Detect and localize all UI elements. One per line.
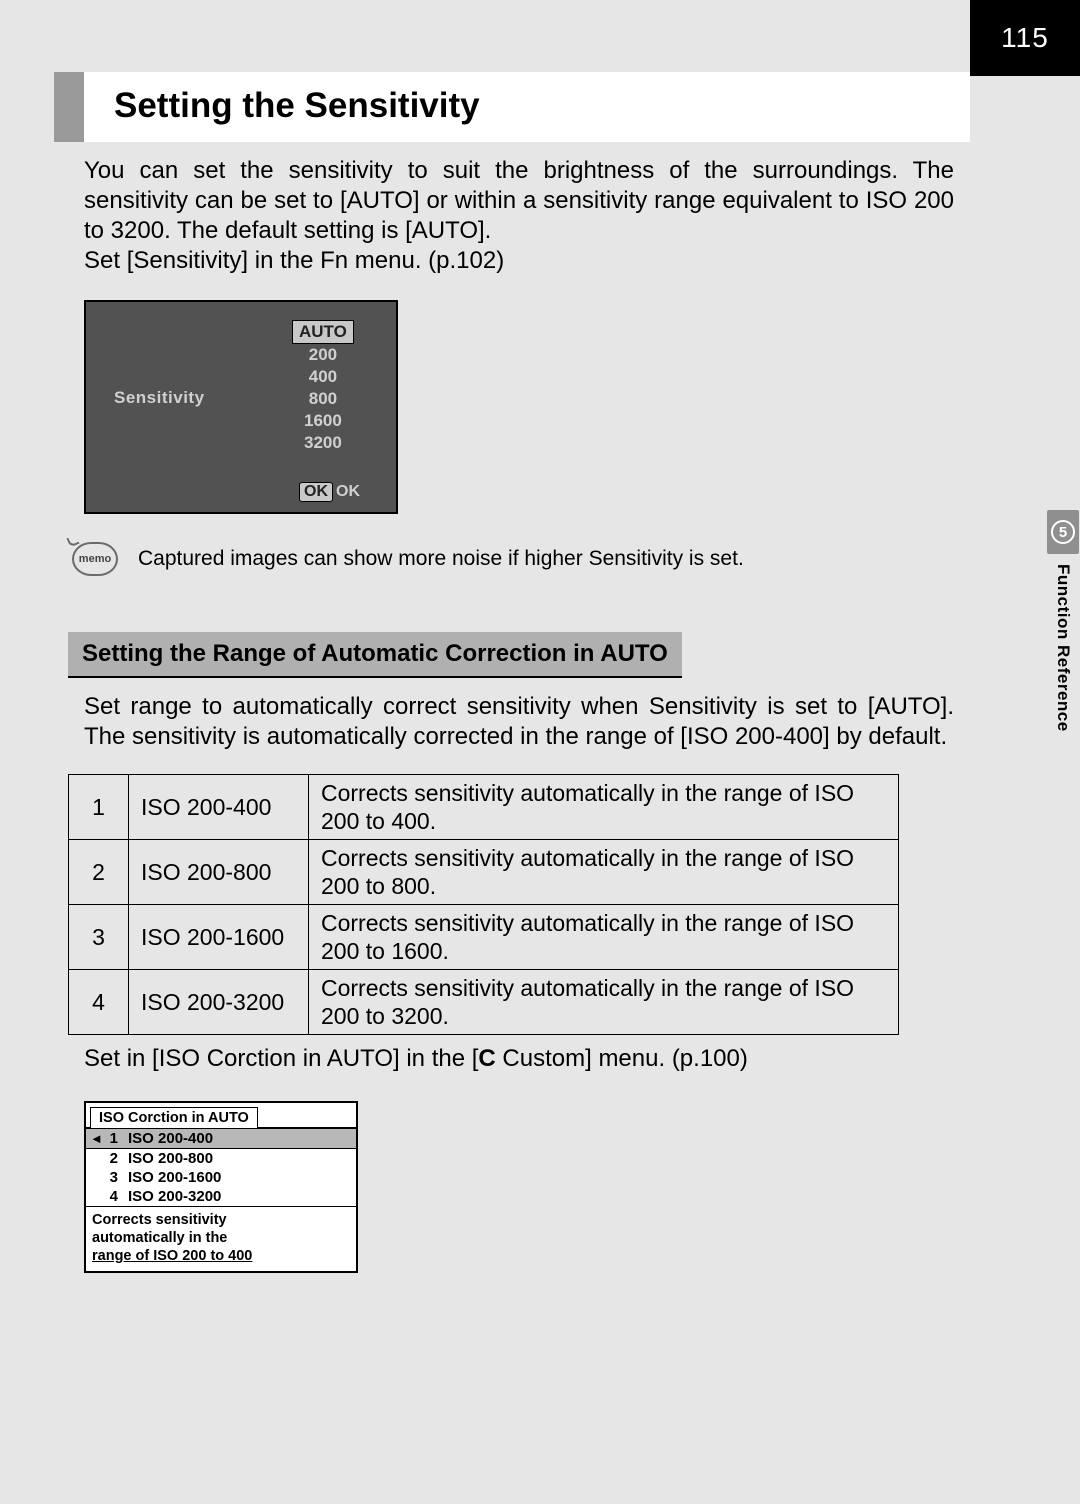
row-number: 1 [69,775,129,840]
item-number: 2 [100,1150,118,1167]
row-number: 2 [69,840,129,905]
row-desc: Corrects sensitivity automatically in th… [309,840,899,905]
ok-button-icon: OK [299,482,333,502]
row-desc: Corrects sensitivity automatically in th… [309,970,899,1035]
page-heading: Setting the Sensitivity [54,72,970,142]
table-row: 3ISO 200-1600Corrects sensitivity automa… [69,905,899,970]
sensitivity-option: 800 [292,388,354,410]
heading-decor-grey [54,72,84,142]
row-range: ISO 200-1600 [129,905,309,970]
row-desc: Corrects sensitivity automatically in th… [309,775,899,840]
table-row: 1ISO 200-400Corrects sensitivity automat… [69,775,899,840]
item-label: ISO 200-1600 [128,1169,221,1186]
sensitivity-option: 200 [292,344,354,366]
left-arrow-icon: ◄ [90,1131,100,1146]
sensitivity-menu-screenshot: Sensitivity AUTO20040080016003200 OKOK [84,300,398,514]
chapter-number: 5 [1059,524,1067,541]
sensitivity-options: AUTO20040080016003200 [292,320,354,454]
row-number: 4 [69,970,129,1035]
chapter-chip: 5 [1047,510,1079,554]
footer-instruction: Set in [ISO Corction in AUTO] in the [C … [54,1035,970,1073]
ok-text: OK [336,483,360,500]
table-row: 4ISO 200-3200Corrects sensitivity automa… [69,970,899,1035]
item-label: ISO 200-800 [128,1150,213,1167]
table-row: 2ISO 200-800Corrects sensitivity automat… [69,840,899,905]
ok-indicator: OKOK [299,482,360,502]
iso-menu-item: 3 ISO 200-1600 [86,1168,356,1187]
foot-bold-c: C [478,1045,495,1072]
manual-page: 115 5 Function Reference Setting the Sen… [0,0,1080,1504]
foot-suffix: Custom] menu. (p.100) [496,1045,748,1072]
item-label: ISO 200-3200 [128,1188,221,1205]
item-number: 4 [100,1188,118,1205]
heading-text: Setting the Sensitivity [98,72,970,142]
desc-line-1: Corrects sensitivity [92,1211,350,1229]
chapter-title: Function Reference [1053,564,1073,732]
row-desc: Corrects sensitivity automatically in th… [309,905,899,970]
chapter-number-circle: 5 [1051,520,1075,544]
memo-icon: memo [72,542,118,576]
memo-icon-label: memo [79,553,111,565]
sensitivity-label: Sensitivity [114,388,205,408]
item-number: 1 [100,1130,118,1147]
foot-prefix: Set in [ISO Corction in AUTO] in the [ [84,1045,478,1072]
desc-line-3: range of ISO 200 to 400 [92,1247,350,1265]
heading-decor-white [84,72,98,142]
item-number: 3 [100,1169,118,1186]
iso-menu-items: ◄1 ISO 200-400 2 ISO 200-800 3 ISO 200-1600 4I… [86,1128,356,1206]
row-range: ISO 200-800 [129,840,309,905]
sensitivity-option: 3200 [292,432,354,454]
sub-intro-paragraph: Set range to automatically correct sensi… [54,678,970,752]
desc-line-2: automatically in the [92,1229,350,1247]
memo-callout: memo Captured images can show more noise… [72,542,970,576]
iso-menu-tab: ISO Corction in AUTO [90,1107,258,1128]
iso-range-table: 1ISO 200-400Corrects sensitivity automat… [68,774,899,1035]
sensitivity-option: 400 [292,366,354,388]
row-number: 3 [69,905,129,970]
content-column: Setting the Sensitivity You can set the … [54,0,970,1504]
iso-menu-description: Corrects sensitivity automatically in th… [86,1206,356,1271]
iso-correction-menu-screenshot: ISO Corction in AUTO ◄1 ISO 200-400 2 ISO 2… [84,1101,358,1273]
memo-text: Captured images can show more noise if h… [138,547,744,571]
row-range: ISO 200-3200 [129,970,309,1035]
iso-menu-item: ◄1 ISO 200-400 [86,1128,356,1149]
sensitivity-option: 1600 [292,410,354,432]
sensitivity-option: AUTO [292,320,354,344]
item-label: ISO 200-400 [128,1130,213,1147]
iso-menu-item: 2 ISO 200-800 [86,1149,356,1168]
row-range: ISO 200-400 [129,775,309,840]
intro-paragraph: You can set the sensitivity to suit the … [54,142,970,276]
page-number: 115 [1001,22,1049,54]
chapter-side-tab: 5 Function Reference [1046,510,1080,732]
iso-menu-item: 4 ISO 200-3200 [86,1187,356,1206]
page-number-box: 115 [970,0,1080,76]
subheading: Setting the Range of Automatic Correctio… [68,632,682,678]
